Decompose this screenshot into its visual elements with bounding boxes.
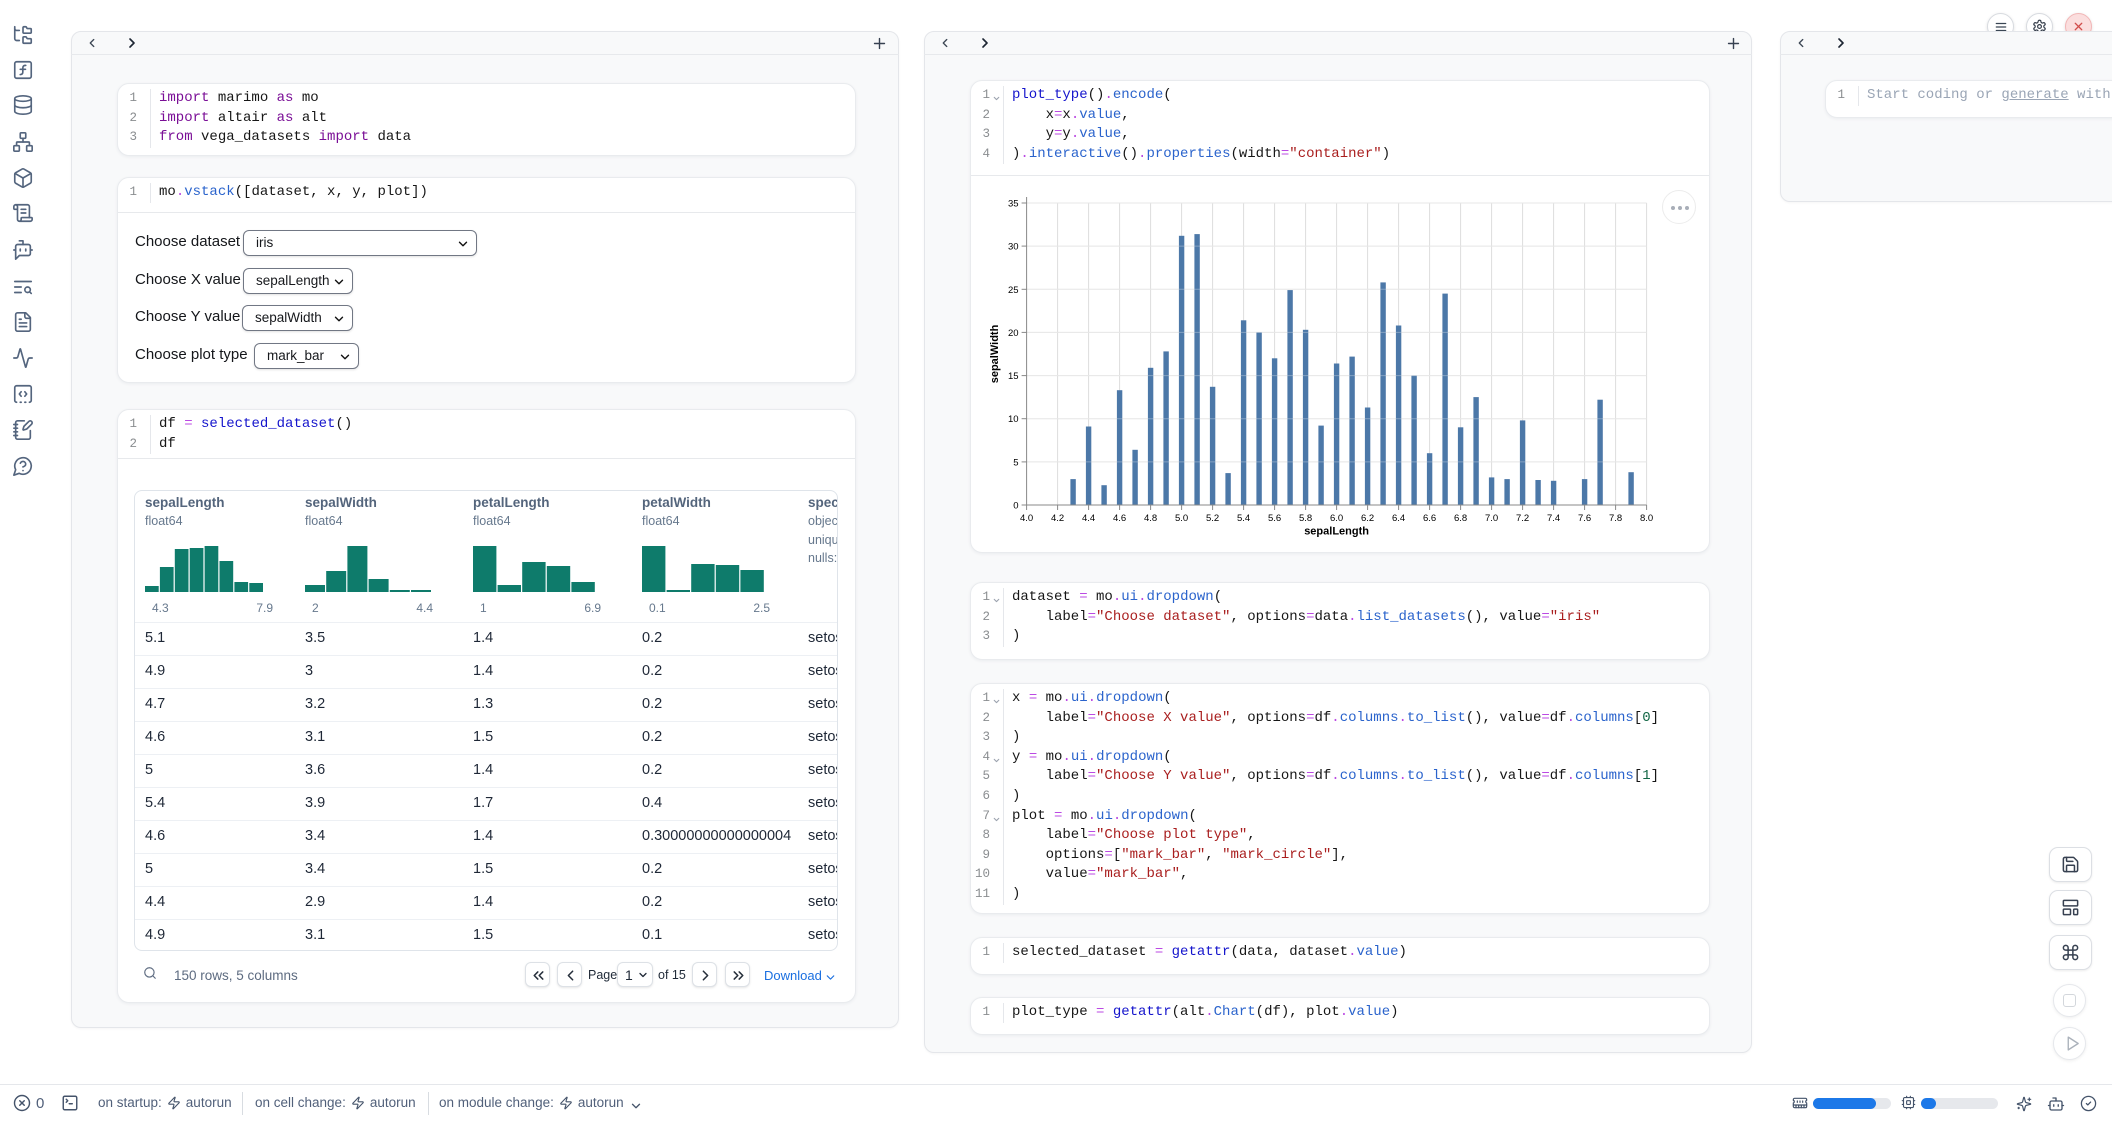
svg-text:6.6: 6.6: [1423, 513, 1436, 524]
svg-text:6.4: 6.4: [1392, 513, 1405, 524]
svg-text:4.6: 4.6: [1113, 513, 1126, 524]
svg-text:20: 20: [1008, 328, 1019, 339]
svg-text:5.0: 5.0: [1175, 513, 1188, 524]
svg-text:sepalWidth: sepalWidth: [989, 324, 1001, 383]
svg-text:sepalLength: sepalLength: [1304, 526, 1369, 538]
svg-text:25: 25: [1008, 285, 1019, 296]
svg-text:7.6: 7.6: [1578, 513, 1591, 524]
svg-text:7.2: 7.2: [1516, 513, 1529, 524]
svg-text:4.0: 4.0: [1020, 513, 1033, 524]
svg-text:10: 10: [1008, 414, 1019, 425]
svg-text:5.8: 5.8: [1299, 513, 1312, 524]
svg-text:35: 35: [1008, 199, 1019, 210]
svg-text:5.2: 5.2: [1206, 513, 1219, 524]
svg-text:5.6: 5.6: [1268, 513, 1281, 524]
svg-text:4.2: 4.2: [1051, 513, 1064, 524]
svg-text:15: 15: [1008, 371, 1019, 382]
svg-text:30: 30: [1008, 242, 1019, 253]
svg-text:7.0: 7.0: [1485, 513, 1498, 524]
svg-text:6.8: 6.8: [1454, 513, 1467, 524]
svg-text:6.2: 6.2: [1361, 513, 1374, 524]
svg-text:5.4: 5.4: [1237, 513, 1250, 524]
svg-text:4.4: 4.4: [1082, 513, 1095, 524]
svg-text:5: 5: [1013, 457, 1018, 468]
svg-text:8.0: 8.0: [1640, 513, 1653, 524]
svg-text:7.4: 7.4: [1547, 513, 1560, 524]
svg-text:0: 0: [1013, 501, 1018, 512]
svg-text:6.0: 6.0: [1330, 513, 1343, 524]
svg-text:4.8: 4.8: [1144, 513, 1157, 524]
svg-text:7.8: 7.8: [1609, 513, 1622, 524]
